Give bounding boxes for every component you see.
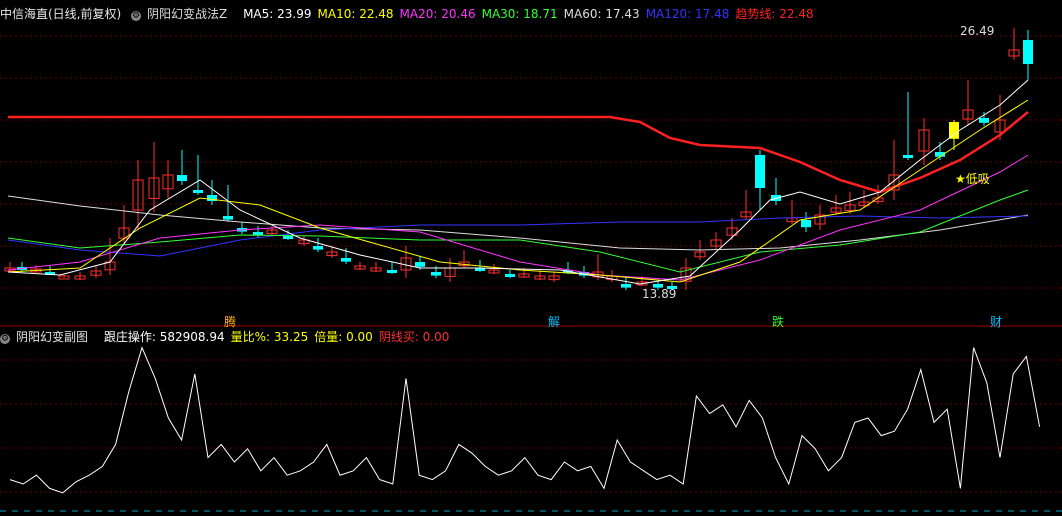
candle-body [505,274,515,277]
candle-body [387,270,397,273]
sub-indicator-line [9,346,1041,494]
kline-chart[interactable] [0,0,1062,516]
candle-body [313,246,323,250]
marker-3: 跌 [772,315,785,329]
ma5-line [7,79,1029,285]
candle-body [903,155,913,158]
candle-body [193,190,203,193]
candle-body [223,216,233,220]
marker-2: 解 [548,315,561,329]
candle-body [415,262,425,267]
marker-4: 财 [990,315,1003,329]
signal-label: ★低吸 [955,172,990,186]
candle-body [979,118,989,123]
candle-body [431,272,441,276]
ma120-line [7,215,1029,257]
candle-body [621,284,631,288]
candle-body [177,175,187,181]
low-price-label: 13.89 [642,287,677,301]
ma30-line [7,189,1029,273]
candle-body [283,236,293,239]
high-price-label: 26.49 [960,24,995,38]
candle-body [1023,40,1033,64]
candle-body [949,122,959,139]
trend-line [8,111,1029,194]
candle-body [801,220,811,228]
candle-body [341,258,351,262]
candle-body [755,155,765,188]
marker-1: 腾 [224,315,237,329]
